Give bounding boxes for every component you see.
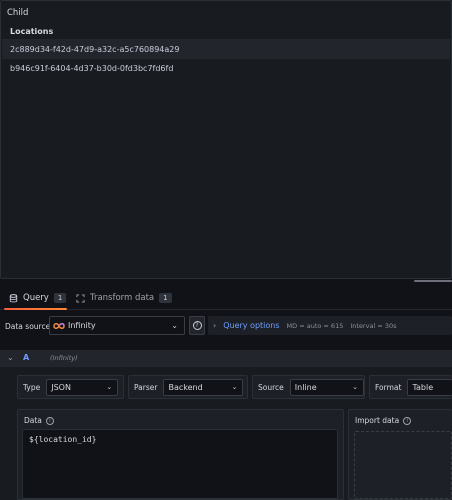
- query-datasource-name: (Infinity): [50, 354, 78, 362]
- infinity-logo-icon: [53, 322, 65, 329]
- datasource-label: Data source: [5, 322, 51, 331]
- source-field: Source Inline ⌄: [252, 375, 365, 399]
- data-code-editor[interactable]: ${location_id}: [22, 429, 338, 499]
- data-label: Data: [24, 416, 42, 425]
- collapse-chevron-icon[interactable]: ⌄: [7, 353, 14, 362]
- import-data-section: Import data i: [348, 409, 452, 500]
- editor-tabs: Query 1 Transform data 1: [0, 286, 452, 310]
- source-value: Inline: [294, 382, 317, 392]
- tab-query-count: 1: [53, 293, 67, 303]
- data-header: Data i: [24, 416, 54, 425]
- transform-icon: [76, 293, 85, 303]
- query-options-bar[interactable]: › Query options MD = auto = 615 Interval…: [208, 316, 452, 335]
- import-data-header: Import data i: [355, 416, 412, 425]
- chevron-down-icon: ⌄: [106, 382, 113, 391]
- parser-label: Parser: [134, 382, 158, 392]
- locations-table: Locations 2c889d34-f42d-47d9-a32c-a5c760…: [2, 23, 450, 78]
- tab-query-label: Query: [23, 293, 49, 303]
- tab-query[interactable]: Query 1: [9, 286, 67, 310]
- format-select[interactable]: Table: [407, 378, 452, 396]
- source-select[interactable]: Inline ⌄: [289, 378, 364, 396]
- import-dropzone[interactable]: [354, 431, 452, 499]
- chevron-down-icon: ⌄: [352, 382, 358, 391]
- import-data-label: Import data: [355, 416, 400, 425]
- chevron-down-icon: ⌄: [171, 321, 178, 330]
- tab-transform-label: Transform data: [90, 293, 155, 303]
- database-icon: [9, 293, 18, 302]
- question-circle-icon: ?: [192, 321, 202, 330]
- table-header-locations[interactable]: Locations: [2, 23, 450, 40]
- type-label: Type: [23, 382, 41, 392]
- tab-transform-count: 1: [159, 293, 172, 303]
- info-icon[interactable]: i: [45, 416, 54, 425]
- chevron-down-icon: ⌄: [231, 382, 238, 391]
- interval-text: Interval = 30s: [350, 321, 397, 330]
- parser-select[interactable]: Backend ⌄: [163, 378, 244, 396]
- horizontal-scrollbar[interactable]: [414, 280, 452, 282]
- panel-preview: Child Locations 2c889d34-f42d-47d9-a32c-…: [0, 0, 452, 279]
- source-label: Source: [258, 382, 284, 392]
- table-row[interactable]: 2c889d34-f42d-47d9-a32c-a5c760894a29: [2, 40, 450, 59]
- active-tab-indicator: [4, 308, 67, 310]
- query-editor: Type JSON ⌄ Parser Backend ⌄ Source Inli…: [0, 367, 452, 500]
- query-toolbar: Data source Infinity ⌄ ? › Query options…: [0, 314, 452, 338]
- tab-transform-data[interactable]: Transform data 1: [76, 286, 172, 310]
- query-row-header[interactable]: ⌄ A (Infinity): [0, 350, 452, 367]
- parser-field: Parser Backend ⌄: [128, 375, 248, 399]
- datasource-picker[interactable]: Infinity ⌄: [49, 316, 185, 335]
- data-section: Data i ${location_id}: [17, 409, 344, 500]
- datasource-help-button[interactable]: ?: [189, 316, 205, 335]
- info-icon[interactable]: i: [403, 416, 412, 425]
- type-select[interactable]: JSON ⌄: [46, 378, 119, 396]
- format-value: Table: [412, 382, 434, 392]
- query-ref-id[interactable]: A: [23, 353, 29, 362]
- format-label: Format: [375, 382, 402, 392]
- chevron-right-icon: ›: [213, 321, 217, 330]
- datasource-value: Infinity: [68, 321, 96, 330]
- type-field: Type JSON ⌄: [17, 375, 124, 399]
- type-value: JSON: [51, 382, 71, 392]
- parser-value: Backend: [168, 382, 203, 392]
- max-datapoints-text: MD = auto = 615: [286, 321, 344, 330]
- query-options-label: Query options: [223, 321, 280, 330]
- format-field: Format Table: [369, 375, 452, 399]
- panel-title[interactable]: Child: [7, 8, 28, 18]
- table-row[interactable]: b946c91f-6404-4d37-b30d-0fd3bc7fd6fd: [2, 59, 450, 78]
